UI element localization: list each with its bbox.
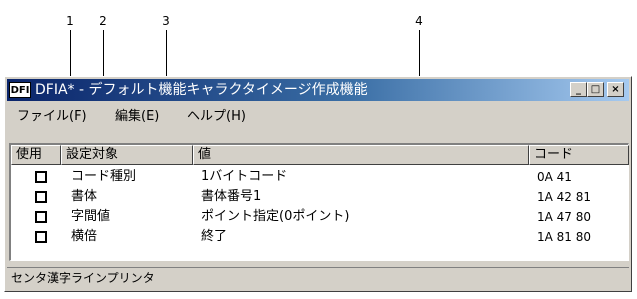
callout-1: 1	[66, 14, 74, 28]
setting-code: 1A 81 80	[537, 230, 592, 244]
list-item[interactable]: 字間値 ポイント指定(0ポイント) 1A 47 80	[11, 207, 627, 227]
callout-4: 4	[415, 14, 423, 28]
use-checkbox[interactable]	[35, 211, 47, 223]
app-window: DFI DFIA* - デフォルト機能キャラクタイメージ作成機能 _ □ × フ…	[4, 76, 632, 292]
close-button[interactable]: ×	[607, 82, 624, 97]
settings-list[interactable]: 使用 設定対象 値 コード コード種別 1バイトコード 0A 41 書体 書体番…	[9, 143, 629, 261]
menu-help[interactable]: ヘルプ(H)	[187, 105, 246, 124]
menu-bar: ファイル(F) 編集(E) ヘルプ(H)	[7, 103, 629, 124]
column-header-code[interactable]: コード	[529, 145, 629, 165]
setting-code: 1A 42 81	[537, 190, 592, 204]
setting-target: コード種別	[71, 169, 137, 184]
app-icon[interactable]: DFI	[9, 82, 31, 98]
use-checkbox[interactable]	[35, 231, 47, 243]
setting-value: 1バイトコード	[201, 169, 288, 184]
menu-edit[interactable]: 編集(E)	[115, 105, 159, 124]
column-header-use[interactable]: 使用	[11, 145, 61, 165]
setting-target: 字間値	[71, 209, 111, 224]
setting-target: 書体	[71, 189, 98, 204]
menu-file[interactable]: ファイル(F)	[17, 105, 87, 124]
setting-code: 0A 41	[537, 170, 572, 184]
column-header-target[interactable]: 設定対象	[61, 145, 193, 165]
setting-target: 横倍	[71, 229, 98, 244]
title-bar[interactable]: DFI DFIA* - デフォルト機能キャラクタイメージ作成機能 _ □ ×	[7, 79, 629, 101]
list-item[interactable]: 書体 書体番号1 1A 42 81	[11, 187, 627, 207]
setting-value: 終了	[201, 229, 228, 244]
minimize-button[interactable]: _	[570, 82, 587, 97]
callout-3: 3	[162, 14, 170, 28]
status-bar: センタ漢字ラインプリンタ	[7, 267, 629, 289]
window-title: DFIA* - デフォルト機能キャラクタイメージ作成機能	[35, 82, 368, 98]
list-item[interactable]: コード種別 1バイトコード 0A 41	[11, 167, 627, 187]
maximize-button[interactable]: □	[587, 82, 604, 97]
list-item[interactable]: 横倍 終了 1A 81 80	[11, 227, 627, 247]
column-header-value[interactable]: 値	[193, 145, 529, 165]
callout-2: 2	[99, 14, 107, 28]
setting-value: 書体番号1	[201, 189, 262, 204]
setting-code: 1A 47 80	[537, 210, 592, 224]
setting-value: ポイント指定(0ポイント)	[201, 209, 350, 224]
use-checkbox[interactable]	[35, 171, 47, 183]
use-checkbox[interactable]	[35, 191, 47, 203]
